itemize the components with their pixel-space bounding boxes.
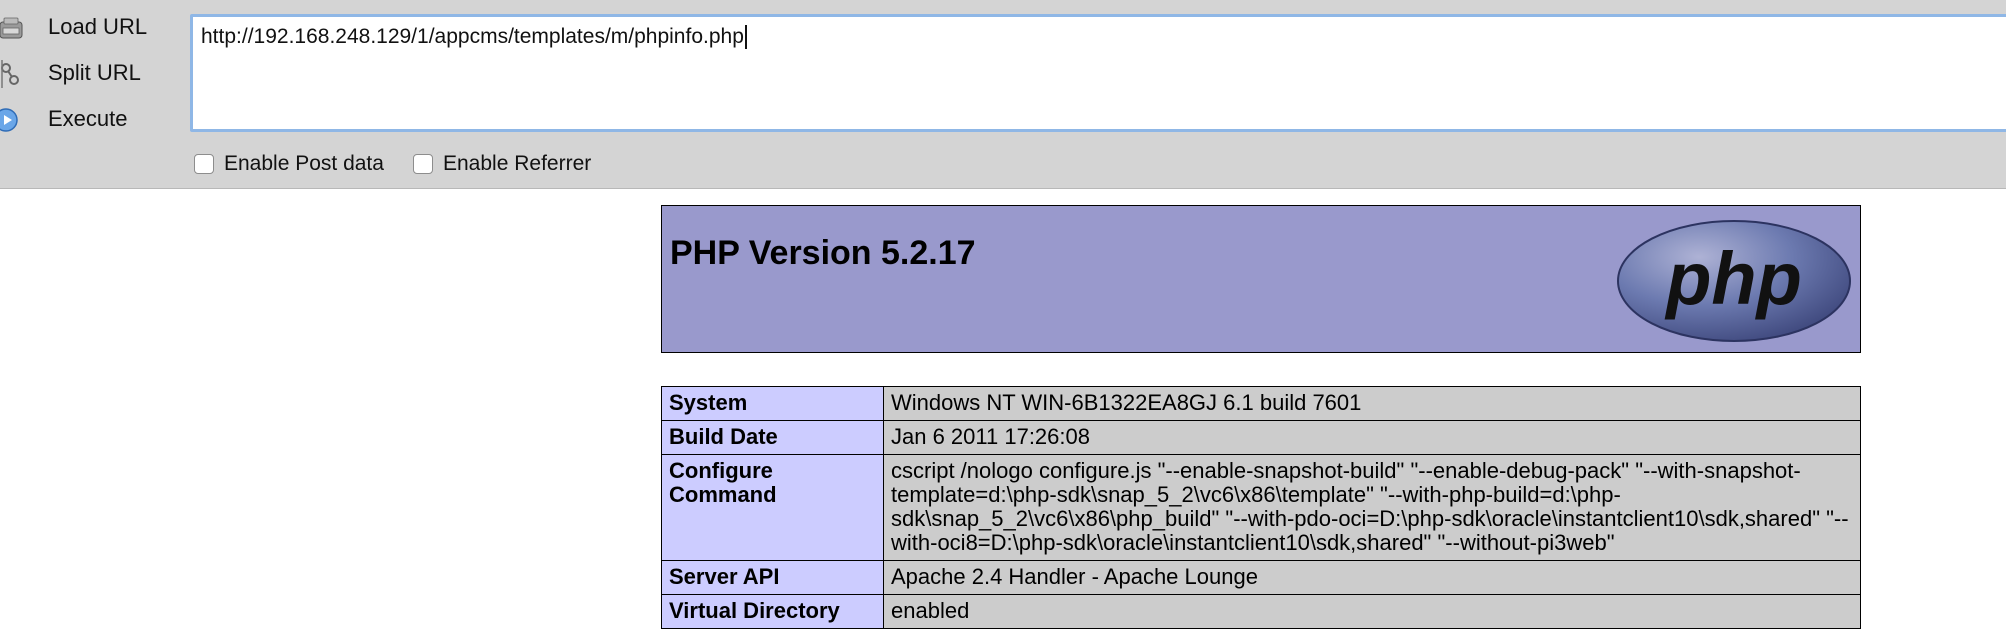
row-key: Build Date bbox=[661, 420, 884, 455]
table-row: Build Date Jan 6 2011 17:26:08 bbox=[661, 420, 1861, 455]
execute-label: Execute bbox=[48, 106, 128, 131]
split-url-icon bbox=[1, 60, 19, 88]
load-url-label: Load URL bbox=[48, 14, 148, 39]
phpinfo-table: System Windows NT WIN-6B1322EA8GJ 6.1 bui… bbox=[661, 386, 1861, 629]
table-row: Server API Apache 2.4 Handler - Apache Lo… bbox=[661, 560, 1861, 595]
row-value: enabled bbox=[883, 594, 1861, 629]
row-key: Virtual Directory bbox=[661, 594, 884, 629]
row-value: Jan 6 2011 17:26:08 bbox=[883, 420, 1861, 455]
execute-button[interactable]: Execute bbox=[0, 100, 160, 140]
enable-referrer-checkbox[interactable]: Enable Referrer bbox=[413, 152, 591, 176]
split-url-label: Split URL bbox=[48, 60, 141, 85]
execute-play-icon bbox=[0, 108, 18, 132]
table-row: Configure Command cscript /nologo configu… bbox=[661, 454, 1861, 561]
row-value: Apache 2.4 Handler - Apache Lounge bbox=[883, 560, 1861, 595]
post-data-check-box[interactable] bbox=[194, 154, 214, 174]
split-url-button[interactable]: Split URL bbox=[0, 54, 160, 94]
url-textarea[interactable]: http://192.168.248.129/1/appcms/template… bbox=[190, 14, 2006, 132]
row-key: Configure Command bbox=[661, 454, 884, 561]
table-row: System Windows NT WIN-6B1322EA8GJ 6.1 bui… bbox=[661, 386, 1861, 421]
php-version-header: PHP Version 5.2.17 php bbox=[661, 205, 1861, 353]
enable-post-data-label: Enable Post data bbox=[224, 152, 384, 175]
load-url-icon bbox=[0, 17, 23, 39]
load-url-button[interactable]: Load URL bbox=[0, 8, 160, 48]
hackbar-toolbar: Load URL Split URL Execute http://192.16… bbox=[0, 0, 2006, 189]
text-caret bbox=[744, 25, 747, 50]
enable-post-data-checkbox[interactable]: Enable Post data bbox=[194, 152, 384, 176]
referrer-check-box[interactable] bbox=[413, 154, 433, 174]
table-row: Virtual Directory enabled bbox=[661, 594, 1861, 629]
php-logo-text: php bbox=[1664, 237, 1802, 320]
row-key: System bbox=[661, 386, 884, 421]
enable-referrer-label: Enable Referrer bbox=[443, 152, 592, 175]
url-value: http://192.168.248.129/1/appcms/template… bbox=[201, 25, 747, 50]
row-key: Server API bbox=[661, 560, 884, 595]
php-version-title: PHP Version 5.2.17 bbox=[670, 234, 976, 272]
php-logo: php bbox=[1617, 220, 1851, 342]
row-value: cscript /nologo configure.js "--enable-s… bbox=[883, 454, 1861, 561]
row-value: Windows NT WIN-6B1322EA8GJ 6.1 build 760… bbox=[883, 386, 1861, 421]
